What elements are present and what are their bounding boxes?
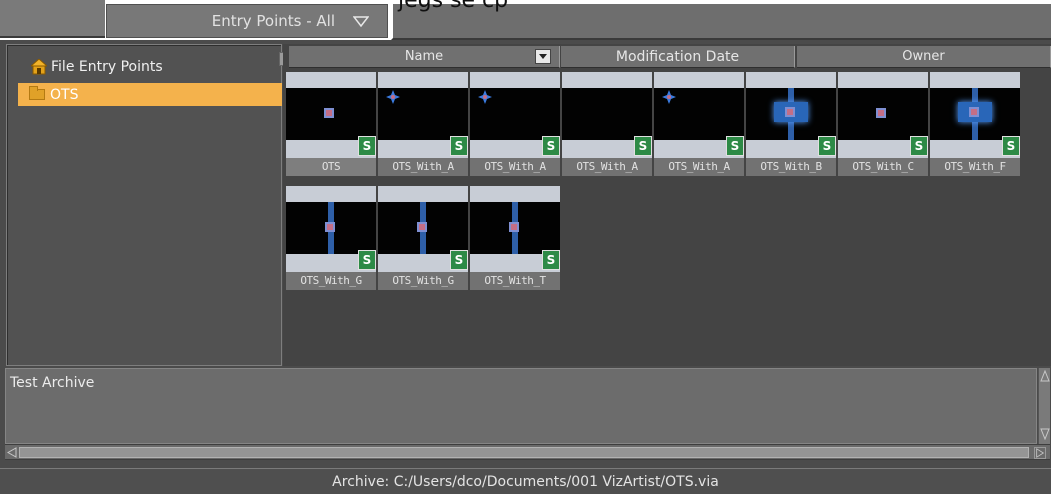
preview-graphic xyxy=(662,90,676,104)
thumbnail-top-bar xyxy=(286,186,376,202)
scene-name: OTS_With_A xyxy=(378,158,468,176)
tree-root-label: File Entry Points xyxy=(51,59,163,75)
description-text: Test Archive xyxy=(10,375,95,391)
thumbnail-preview xyxy=(470,88,560,140)
preview-graphic xyxy=(324,108,334,118)
scroll-left-icon[interactable] xyxy=(7,447,17,458)
scene-thumbnail[interactable]: S OTS_With_F xyxy=(930,72,1020,180)
archive-path: Archive: C:/Users/dco/Documents/001 VizA… xyxy=(332,474,719,490)
thumbnail-preview xyxy=(286,202,376,254)
scroll-up-icon[interactable] xyxy=(1040,370,1050,382)
scene-thumbnail[interactable]: S OTS_With_C xyxy=(838,72,928,180)
archive-browser: File Entry Points OTS Name Modification … xyxy=(0,40,1051,494)
thumbnail-preview xyxy=(562,88,652,140)
thumbnail-top-bar xyxy=(562,72,652,88)
thumbnail-preview xyxy=(746,88,836,140)
scroll-down-icon[interactable] xyxy=(1040,428,1050,440)
scene-name: OTS_With_T xyxy=(470,272,560,290)
scene-thumbnail[interactable]: S OTS_With_A xyxy=(378,72,468,180)
scene-type-badge: S xyxy=(910,136,928,156)
entry-points-tree: File Entry Points OTS xyxy=(6,44,282,366)
thumbnail-top-bar xyxy=(654,72,744,88)
scene-name: OTS_With_G xyxy=(286,272,376,290)
home-icon xyxy=(31,59,47,75)
scene-name: OTS_With_B xyxy=(746,158,836,176)
preview-graphic xyxy=(386,90,400,104)
window-title-fragment: jegs se cp xyxy=(398,0,509,13)
column-header-name[interactable]: Name xyxy=(289,46,560,68)
folder-icon xyxy=(29,86,45,100)
thumbnail-top-bar xyxy=(470,72,560,88)
scene-thumbnail[interactable]: S OTS_With_T xyxy=(470,186,560,294)
thumbnail-top-bar xyxy=(930,72,1020,88)
thumbnail-top-bar xyxy=(378,186,468,202)
thumbnail-preview xyxy=(286,88,376,140)
scene-name: OTS_With_F xyxy=(930,158,1020,176)
preview-graphic xyxy=(876,108,886,118)
tree-item-label: OTS xyxy=(50,86,79,103)
tree-root-file-entry-points[interactable]: File Entry Points xyxy=(31,59,163,75)
tree-item-ots[interactable]: OTS xyxy=(18,83,282,106)
column-header-modification-date[interactable]: Modification Date xyxy=(561,46,795,68)
scene-name: OTS_With_C xyxy=(838,158,928,176)
preview-graphic xyxy=(478,90,492,104)
preview-graphic xyxy=(785,107,795,117)
entry-points-dropdown[interactable]: Entry Points - All xyxy=(106,4,388,38)
top-toolbar: Entry Points - All jegs se cp xyxy=(0,0,1051,44)
scene-name: OTS_With_A xyxy=(654,158,744,176)
column-header-date-label: Modification Date xyxy=(615,48,740,65)
thumbnail-preview xyxy=(470,202,560,254)
entry-points-dropdown-label: Entry Points - All xyxy=(211,12,335,30)
thumbnail-preview xyxy=(378,202,468,254)
scene-type-badge: S xyxy=(726,136,744,156)
scene-type-badge: S xyxy=(358,136,376,156)
thumbnail-preview xyxy=(930,88,1020,140)
preview-graphic xyxy=(417,222,427,232)
scene-thumbnail[interactable]: S OTS_With_G xyxy=(286,186,376,294)
description-vertical-scrollbar[interactable] xyxy=(1038,368,1050,444)
scene-type-badge: S xyxy=(542,136,560,156)
chevron-down-icon xyxy=(539,54,547,59)
preview-graphic xyxy=(969,107,979,117)
description-panel: Test Archive xyxy=(5,368,1037,444)
thumbnail-top-bar xyxy=(286,72,376,88)
toolbar-left-panel xyxy=(0,0,105,38)
sort-dropdown-button[interactable] xyxy=(535,49,551,64)
thumbnail-top-bar xyxy=(746,72,836,88)
scrollbar-thumb[interactable] xyxy=(19,447,1029,458)
scene-thumbnail[interactable]: S OTS_With_G xyxy=(378,186,468,294)
scene-type-badge: S xyxy=(818,136,836,156)
scene-thumbnail[interactable]: S OTS xyxy=(286,72,376,180)
scene-name: OTS_With_G xyxy=(378,272,468,290)
thumbnail-preview xyxy=(378,88,468,140)
thumbnail-top-bar xyxy=(838,72,928,88)
scene-type-badge: S xyxy=(542,250,560,270)
preview-graphic xyxy=(509,222,519,232)
scene-name: OTS_With_A xyxy=(562,158,652,176)
status-bar: Archive: C:/Users/dco/Documents/001 VizA… xyxy=(0,468,1051,494)
scene-type-badge: S xyxy=(634,136,652,156)
column-header-owner[interactable]: Owner xyxy=(797,46,1051,68)
scene-thumbnail[interactable]: S OTS_With_A xyxy=(562,72,652,180)
column-header-name-label: Name xyxy=(404,49,444,64)
thumbnail-preview xyxy=(838,88,928,140)
chevron-down-icon xyxy=(353,16,369,28)
scene-name: OTS_With_A xyxy=(470,158,560,176)
scene-type-badge: S xyxy=(450,250,468,270)
scene-thumbnail[interactable]: S OTS_With_A xyxy=(470,72,560,180)
scene-grid: Name Modification Date Owner S OTS S OTS_Wi… xyxy=(283,44,1051,366)
scene-name: OTS xyxy=(286,158,376,176)
horizontal-scrollbar[interactable] xyxy=(5,444,1050,460)
scene-thumbnail[interactable]: S OTS_With_A xyxy=(654,72,744,180)
scene-type-badge: S xyxy=(358,250,376,270)
scene-type-badge: S xyxy=(1002,136,1020,156)
scroll-right-icon[interactable] xyxy=(1034,447,1046,459)
thumbnail-preview xyxy=(654,88,744,140)
column-header-owner-label: Owner xyxy=(902,49,945,64)
scene-type-badge: S xyxy=(450,136,468,156)
scene-thumbnail[interactable]: S OTS_With_B xyxy=(746,72,836,180)
thumbnail-top-bar xyxy=(378,72,468,88)
preview-graphic xyxy=(325,222,335,232)
thumbnail-top-bar xyxy=(470,186,560,202)
